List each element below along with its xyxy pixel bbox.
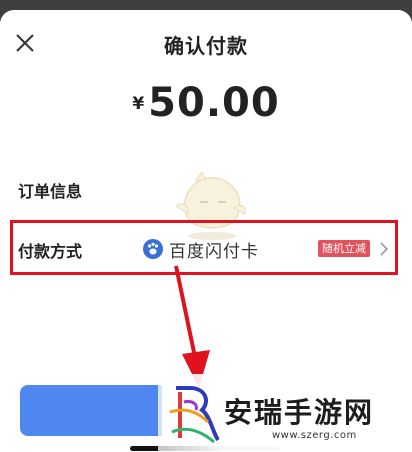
watermark-logo-icon <box>169 386 220 444</box>
annotation-arrow-icon <box>174 265 210 388</box>
page-title: 确认付款 <box>164 34 248 58</box>
amount-value: 50.00 <box>148 80 280 126</box>
baidu-paw-icon <box>143 239 163 259</box>
promo-badge: 随机立减 <box>318 240 370 257</box>
watermark-url: www.szerg.com <box>272 430 357 441</box>
pay-method-name: 百度闪付卡 <box>169 241 259 262</box>
order-info-label[interactable]: 订单信息 <box>18 178 82 202</box>
pay-method-selector[interactable]: 百度闪付卡 <box>143 238 259 262</box>
chevron-right-icon[interactable] <box>378 240 390 258</box>
payment-amount: ¥50.00 <box>0 80 412 126</box>
confirm-pay-button[interactable] <box>20 385 162 436</box>
watermark-title: 安瑞手游网 <box>224 396 375 429</box>
pay-method-label: 付款方式 <box>18 242 83 261</box>
currency-symbol: ¥ <box>132 94 145 114</box>
